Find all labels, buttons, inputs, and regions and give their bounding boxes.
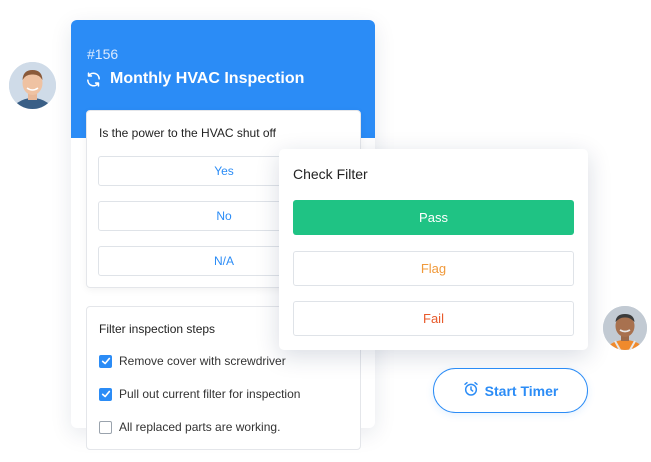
work-order-number: #156 (87, 46, 119, 62)
checklist-item[interactable]: All replaced parts are working. (99, 420, 280, 434)
start-timer-label: Start Timer (484, 382, 559, 399)
user-avatar (9, 62, 56, 109)
check-filter-card: Check Filter Pass Flag Fail (279, 149, 588, 350)
work-order-title-row: Monthly HVAC Inspection (85, 70, 304, 88)
flag-button[interactable]: Flag (293, 251, 574, 286)
checkbox-checked-icon[interactable] (99, 354, 112, 368)
fail-button[interactable]: Fail (293, 301, 574, 336)
checkbox-unchecked-icon[interactable] (99, 420, 112, 434)
user-avatar (603, 306, 647, 350)
pass-button[interactable]: Pass (293, 200, 574, 235)
refresh-icon[interactable] (85, 71, 102, 88)
power-question-label: Is the power to the HVAC shut off (99, 126, 276, 140)
checklist-item-label: Pull out current filter for inspection (119, 387, 301, 401)
start-timer-button[interactable]: Start Timer (433, 368, 588, 413)
checklist-item-label: Remove cover with screwdriver (119, 354, 286, 368)
filter-steps-title: Filter inspection steps (99, 322, 216, 336)
alarm-clock-icon (463, 381, 479, 400)
checkbox-checked-icon[interactable] (99, 387, 112, 401)
check-filter-title: Check Filter (293, 166, 368, 182)
work-order-title: Monthly HVAC Inspection (110, 70, 305, 87)
checklist-item[interactable]: Pull out current filter for inspection (99, 387, 300, 401)
checklist-item[interactable]: Remove cover with screwdriver (99, 354, 286, 368)
checklist-item-label: All replaced parts are working. (119, 420, 281, 434)
